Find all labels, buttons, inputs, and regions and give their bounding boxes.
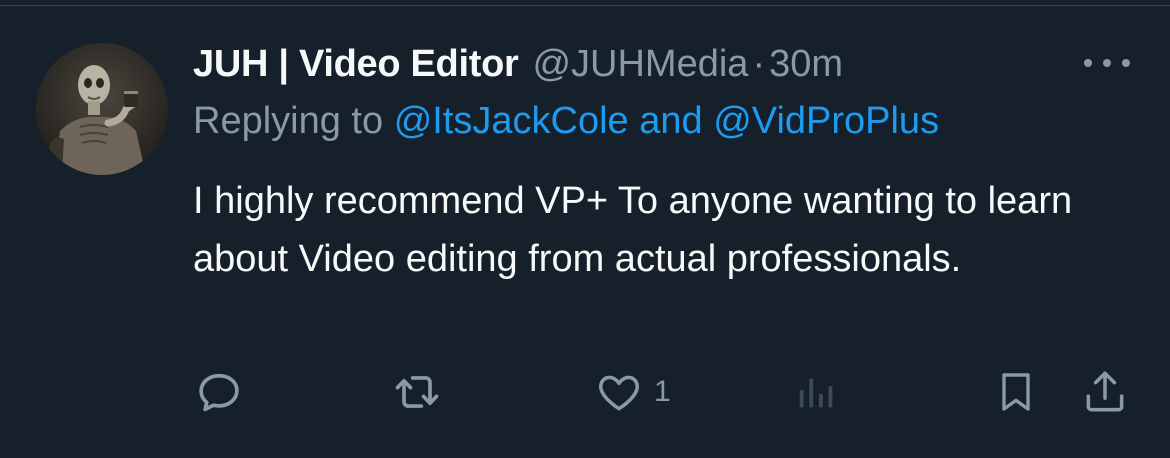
replying-user-link[interactable]: @ItsJackCole	[394, 100, 629, 142]
user-handle[interactable]: @JUHMedia	[532, 43, 748, 86]
retweet-icon	[395, 376, 439, 408]
avatar[interactable]	[36, 43, 168, 175]
more-dot	[1103, 59, 1111, 67]
more-dot	[1084, 59, 1092, 67]
timestamp[interactable]: 30m	[769, 43, 843, 86]
tweet-header: JUH | Video Editor @JUHMedia · 30m	[193, 40, 843, 88]
top-divider	[0, 5, 1170, 6]
reply-icon	[199, 373, 239, 412]
replying-user-link[interactable]: @VidProPlus	[713, 100, 939, 142]
more-dot	[1122, 59, 1130, 67]
replying-to-line: Replying to @ItsJackCole and @VidProPlus	[193, 100, 939, 143]
more-options-icon[interactable]	[1084, 52, 1130, 74]
heart-icon	[599, 375, 639, 411]
replying-and[interactable]: and	[639, 100, 702, 142]
tweet-text: I highly recommend VP+ To anyone wanting…	[193, 180, 1073, 280]
like-button[interactable]: 1	[594, 362, 671, 422]
bookmark-button[interactable]	[992, 362, 1040, 422]
display-name[interactable]: JUH | Video Editor	[193, 43, 519, 86]
separator-dot: ·	[752, 42, 766, 85]
reply-button[interactable]	[193, 362, 245, 422]
views-button[interactable]	[794, 362, 840, 422]
retweet-button[interactable]	[390, 362, 444, 422]
avatar-image	[36, 43, 168, 175]
action-bar: 1	[0, 362, 1170, 422]
analytics-icon	[799, 378, 833, 408]
share-button[interactable]	[1080, 362, 1130, 422]
bookmark-icon	[1002, 373, 1030, 411]
like-count: 1	[654, 375, 671, 408]
replying-prefix: Replying to	[193, 100, 384, 142]
share-icon	[1086, 371, 1124, 412]
